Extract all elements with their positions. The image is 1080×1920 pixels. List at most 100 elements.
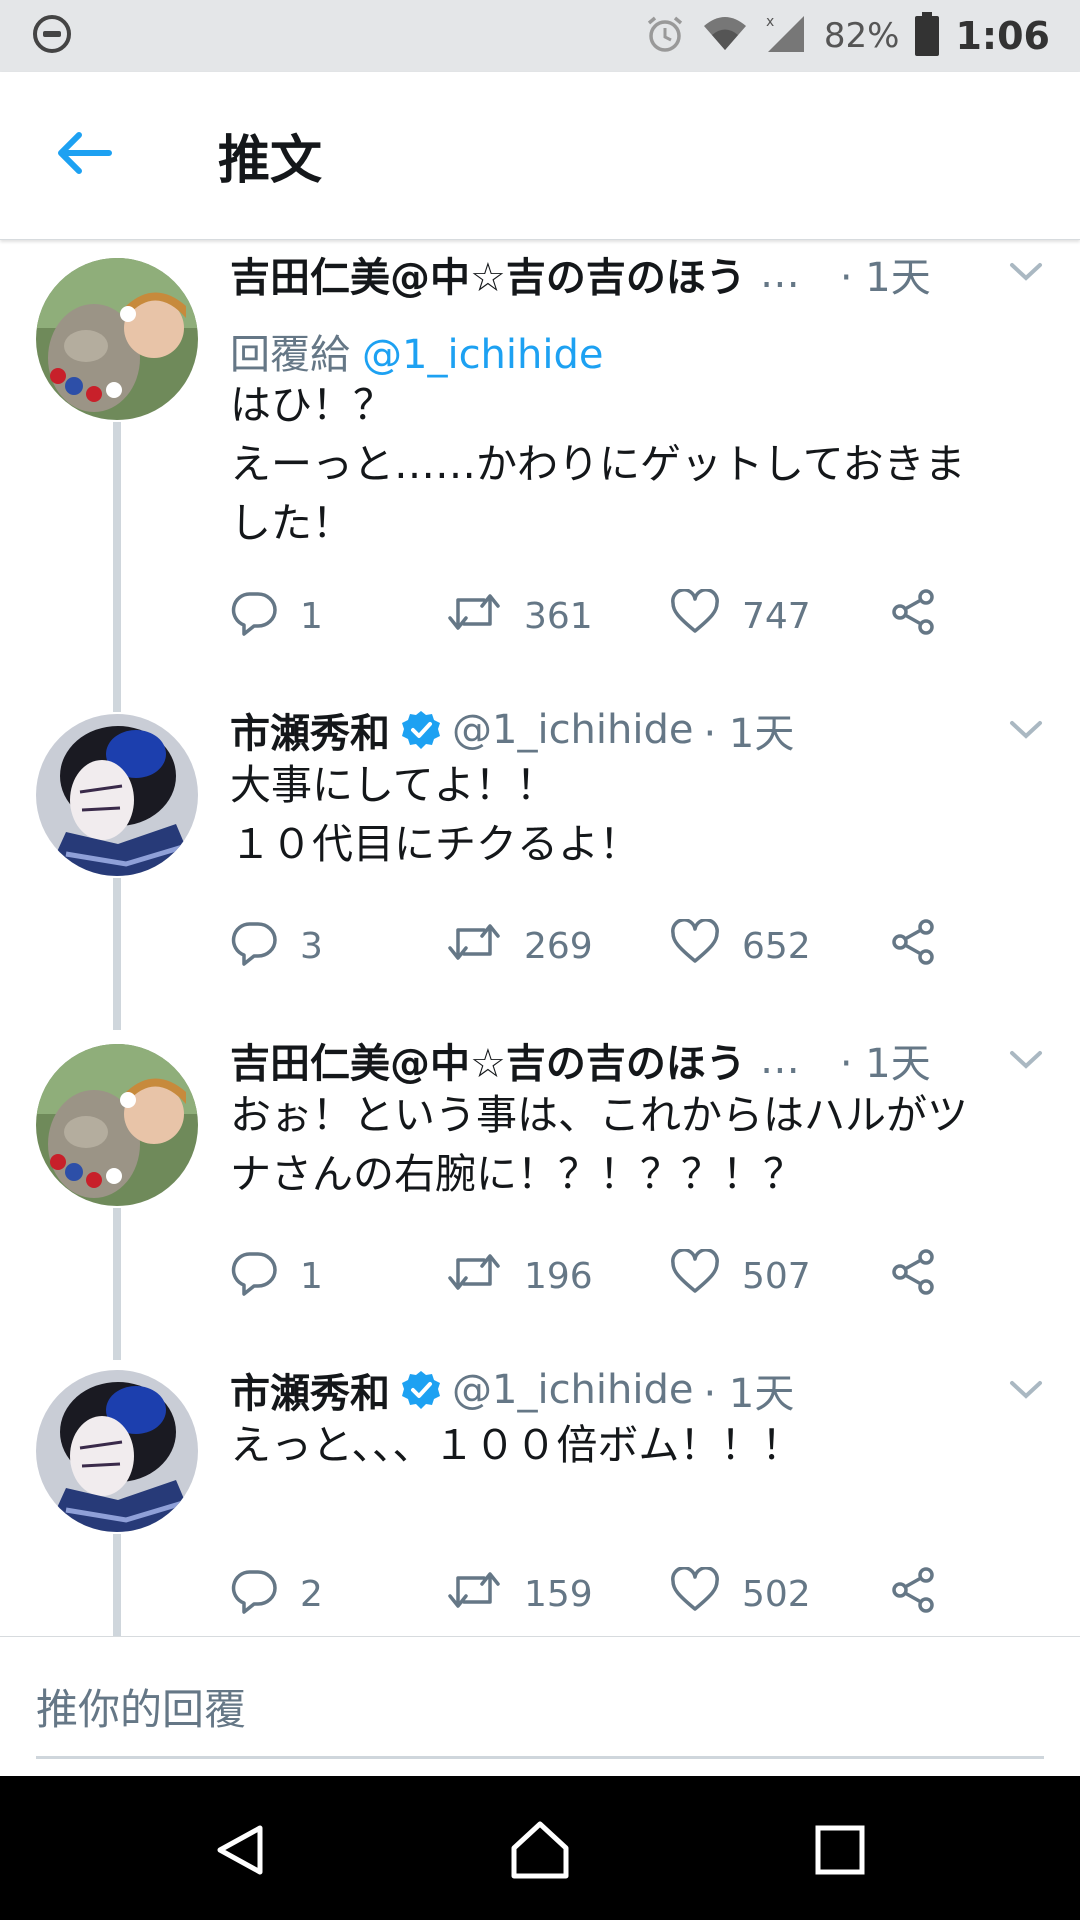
thread-line (113, 1534, 121, 1636)
tweet[interactable]: 吉田仁美@中☆吉の吉のほう … · 1天 おぉ！という事は、これからはハルがツ … (0, 1030, 1080, 1360)
avatar[interactable] (36, 258, 198, 420)
tweet-time: · 1天 (839, 255, 931, 301)
reply-button[interactable]: 3 (230, 918, 323, 974)
reply-icon (230, 588, 278, 645)
reply-button[interactable]: 1 (230, 588, 323, 644)
tweet-text-line: 大事にしてよ！！ (230, 761, 557, 809)
tweet-actions: 1 196 507 (230, 1247, 990, 1304)
tweet-menu-button[interactable] (1006, 254, 1046, 294)
triangle-back-icon (210, 1820, 270, 1884)
svg-text:x: x (766, 14, 774, 30)
reply-count: 2 (300, 1573, 323, 1615)
share-button[interactable] (890, 1248, 938, 1304)
tweet-text: おぉ！という事は、これからはハルがツ ナさんの右腕に！？！？？！？ (230, 1086, 1044, 1204)
reply-input[interactable] (36, 1663, 1044, 1759)
avatar[interactable] (36, 1370, 198, 1532)
reply-button[interactable]: 1 (230, 1248, 323, 1304)
reply-icon (230, 1248, 278, 1305)
avatar[interactable] (36, 1044, 198, 1206)
status-bar: x 82% 1:06 (0, 0, 1080, 72)
tweet[interactable]: 吉田仁美@中☆吉の吉のほう … · 1天 回覆給 @1_ichihide はひ！？… (0, 240, 1080, 712)
tweet-actions: 1 361 747 (230, 587, 990, 644)
tweet-text-line: おぉ！という事は、これからはハルがツ (230, 1091, 968, 1139)
author-handle[interactable]: @1_ichihide (452, 1367, 693, 1413)
avatar[interactable] (36, 714, 198, 876)
page-title: 推文 (218, 131, 323, 191)
tweet-actions: 2 159 502 (230, 1565, 990, 1622)
tweet-text-line: １０代目にチクるよ！ (230, 820, 640, 868)
mention-link[interactable]: @1_ichihide (362, 332, 603, 378)
name-ellipsis: … (759, 1037, 800, 1083)
heart-icon (670, 917, 720, 974)
signal-icon: x (764, 12, 808, 60)
tweet-menu-button[interactable] (1006, 1372, 1046, 1412)
tweet-time: · 1天 (839, 1041, 931, 1087)
reply-count: 1 (300, 1255, 323, 1297)
tweet-menu-button[interactable] (1006, 712, 1046, 752)
share-button[interactable] (890, 1566, 938, 1622)
home-icon (508, 1818, 572, 1886)
like-count: 652 (742, 925, 811, 967)
tweet[interactable]: 市瀬秀和 @1_ichihide · 1天 えっと、、、１００倍ボム！！！ 2 … (0, 1360, 1080, 1636)
retweet-count: 269 (524, 925, 593, 967)
reply-count: 1 (300, 595, 323, 637)
tweet-text-line: えーっと……かわりにゲットしておきま (230, 440, 966, 488)
back-button[interactable] (52, 122, 118, 188)
verified-badge-icon (400, 709, 442, 751)
author-name[interactable]: 吉田仁美@中☆吉の吉のほう (230, 1031, 746, 1089)
tweet-text-line: ナさんの右腕に！？！？？！？ (230, 1150, 804, 1198)
chevron-down-icon (1009, 262, 1043, 286)
circle-minus-icon (30, 12, 74, 60)
retweet-icon (446, 1568, 502, 1621)
reply-to-label: 回覆給 (230, 332, 350, 378)
nav-recents-button[interactable] (800, 1812, 880, 1892)
battery-icon (915, 12, 940, 60)
like-button[interactable]: 502 (670, 1565, 811, 1622)
thread-line (113, 422, 121, 712)
tweet-time: · 1天 (703, 711, 795, 757)
retweet-count: 159 (524, 1573, 593, 1615)
system-nav-bar (0, 1776, 1080, 1920)
tweet-menu-button[interactable] (1006, 1042, 1046, 1082)
retweet-icon (446, 590, 502, 643)
like-button[interactable]: 507 (670, 1247, 811, 1304)
like-button[interactable]: 747 (670, 587, 811, 644)
share-icon (890, 588, 938, 645)
author-name[interactable]: 市瀬秀和 (230, 701, 390, 759)
tweet-text: はひ！？ えーっと……かわりにゲットしておきま した！ (230, 376, 1044, 553)
retweet-button[interactable]: 269 (446, 918, 593, 974)
like-count: 507 (742, 1255, 811, 1297)
heart-icon (670, 1247, 720, 1304)
tweet-text-line: はひ！？ (230, 381, 394, 429)
tweet-header: 吉田仁美@中☆吉の吉のほう … · 1天 (230, 1030, 1000, 1090)
square-recents-icon (812, 1822, 868, 1882)
app-header: 推文 (0, 72, 1080, 240)
share-button[interactable] (890, 918, 938, 974)
retweet-icon (446, 920, 502, 973)
author-name[interactable]: 吉田仁美@中☆吉の吉のほう (230, 245, 746, 303)
retweet-count: 361 (524, 595, 593, 637)
tweet-header: 吉田仁美@中☆吉の吉のほう … · 1天 (230, 244, 1000, 304)
arrow-left-icon (57, 131, 113, 179)
retweet-button[interactable]: 361 (446, 588, 593, 644)
tweet-text-line: した！ (230, 499, 353, 547)
nav-home-button[interactable] (500, 1812, 580, 1892)
retweet-button[interactable]: 159 (446, 1566, 593, 1622)
like-button[interactable]: 652 (670, 917, 811, 974)
reply-count: 3 (300, 925, 323, 967)
tweet[interactable]: 市瀬秀和 @1_ichihide · 1天 大事にしてよ！！ １０代目にチクるよ… (0, 700, 1080, 1030)
share-button[interactable] (890, 588, 938, 644)
share-icon (890, 1248, 938, 1305)
name-ellipsis: … (759, 251, 800, 297)
tweet-text: えっと、、、１００倍ボム！！！ (230, 1416, 1044, 1475)
tweet-header: 市瀬秀和 @1_ichihide · 1天 (230, 1360, 1000, 1420)
author-handle[interactable]: @1_ichihide (452, 707, 693, 753)
tweet-text: 大事にしてよ！！ １０代目にチクるよ！ (230, 756, 1044, 874)
reply-button[interactable]: 2 (230, 1566, 323, 1622)
retweet-count: 196 (524, 1255, 593, 1297)
nav-back-button[interactable] (200, 1812, 280, 1892)
battery-percent: 82% (823, 16, 900, 56)
author-name[interactable]: 市瀬秀和 (230, 1361, 390, 1419)
retweet-icon (446, 1250, 502, 1303)
retweet-button[interactable]: 196 (446, 1248, 593, 1304)
